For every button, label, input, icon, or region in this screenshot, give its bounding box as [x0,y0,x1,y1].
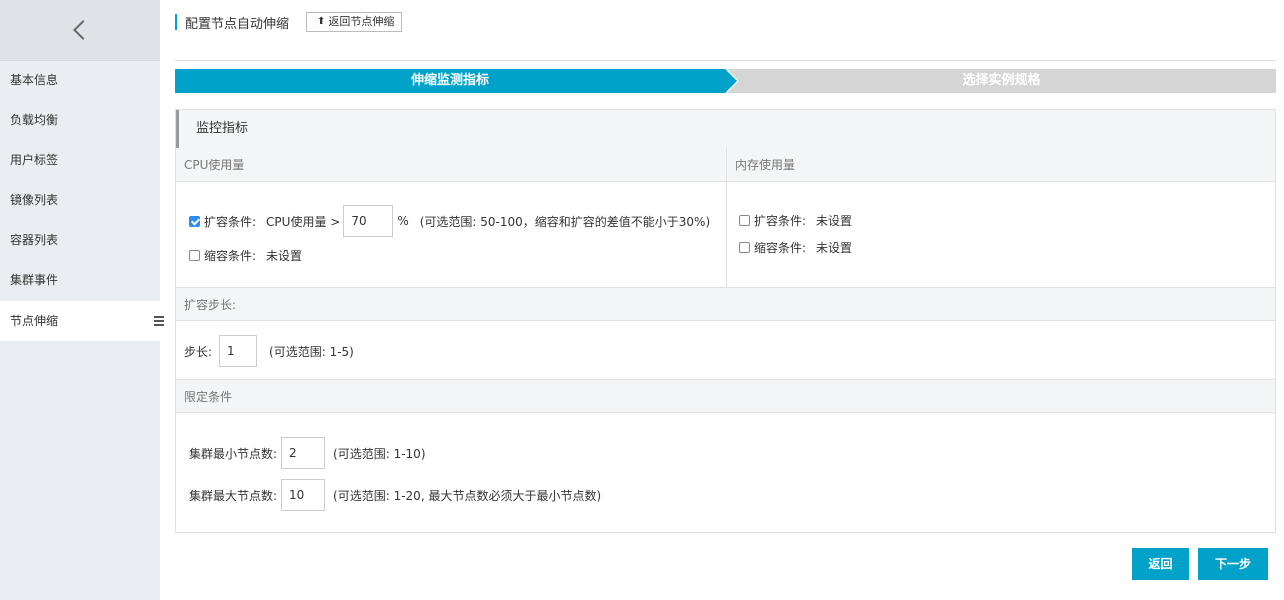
min-nodes-row: 集群最小节点数: 2 (可选范围: 1-10) [189,437,426,469]
step-scaling-metrics: 伸缩监测指标 [175,69,739,93]
max-nodes-hint: (可选范围: 1-20, 最大节点数必须大于最小节点数) [333,488,602,503]
monitoring-panel: 监控指标 CPU使用量 内存使用量 扩容条件: CPU使用量 > 70 % (可… [175,109,1276,533]
step-select-instance-spec: 选择实例规格 [713,69,1276,93]
scale-step-heading: 扩容步长: [176,287,1275,321]
panel-title: 监控指标 [176,110,1275,149]
cpu-scale-up-row: 扩容条件: CPU使用量 > 70 % (可选范围: 50-100，缩容和扩容的… [189,205,710,237]
arrow-up-icon: ⬆ [317,16,326,27]
memory-scale-down-checkbox[interactable] [739,242,750,253]
step-range-hint: (可选范围: 1-5) [269,344,354,359]
cpu-scale-down-value: 未设置 [266,249,303,263]
limits-heading: 限定条件 [176,379,1275,413]
next-step-button[interactable]: 下一步 [1198,548,1268,580]
page-header: 配置节点自动伸缩 ⬆ 返回节点伸缩 [175,10,403,34]
chevron-left-icon[interactable] [73,20,93,40]
min-nodes-label: 集群最小节点数: [189,446,278,461]
cpu-metric-label: CPU使用量 > [266,214,341,229]
step-label: 步长: [184,344,213,359]
sidebar-item-image-list[interactable]: 镜像列表 [0,180,160,220]
sidebar-item-cluster-events[interactable]: 集群事件 [0,260,160,300]
cpu-scale-down-row: 缩容条件: 未设置 [189,247,302,264]
step-indicator: 选择实例规格 伸缩监测指标 [175,69,1276,93]
memory-scale-up-row: 扩容条件: 未设置 [739,212,852,229]
title-accent-bar [175,14,177,30]
menu-toggle-icon[interactable] [152,313,166,329]
max-nodes-input[interactable]: 10 [281,479,326,511]
percent-unit: % [397,214,409,228]
sidebar-item-basic-info[interactable]: 基本信息 [0,60,160,100]
back-button[interactable]: 返回 [1132,548,1189,580]
back-link-label: 返回节点伸缩 [328,15,395,28]
cpu-range-hint: (可选范围: 50-100，缩容和扩容的差值不能小于30%) [419,214,711,229]
step-input[interactable]: 1 [219,335,258,367]
cpu-scale-down-label: 缩容条件: [204,249,257,263]
min-nodes-hint: (可选范围: 1-10) [333,446,426,461]
back-to-node-scaling-button[interactable]: ⬆ 返回节点伸缩 [306,12,403,32]
sidebar-back-area[interactable] [0,0,160,61]
sidebar: 基本信息 负载均衡 用户标签 镜像列表 容器列表 集群事件 节点伸缩 [0,0,166,600]
max-nodes-label: 集群最大节点数: [189,488,278,503]
memory-scale-up-checkbox[interactable] [739,215,750,226]
cpu-scale-down-checkbox[interactable] [189,250,200,261]
cpu-threshold-input[interactable]: 70 [343,205,394,237]
sidebar-item-user-tags[interactable]: 用户标签 [0,140,160,180]
sidebar-item-node-scaling[interactable]: 节点伸缩 [0,301,166,341]
sidebar-item-load-balancing[interactable]: 负载均衡 [0,100,160,140]
cpu-scale-up-label: 扩容条件: [204,214,257,229]
memory-scale-up-label: 扩容条件: [754,214,807,228]
column-divider [726,149,727,287]
cpu-scale-up-checkbox[interactable] [189,215,200,227]
memory-scale-down-value: 未设置 [816,241,853,255]
min-nodes-input[interactable]: 2 [281,437,326,469]
memory-scale-down-label: 缩容条件: [754,241,807,255]
sidebar-item-container-list[interactable]: 容器列表 [0,220,160,260]
header-divider [175,60,1276,61]
sidebar-item-label: 节点伸缩 [10,314,59,328]
cpu-usage-heading: CPU使用量 [176,148,726,182]
memory-usage-heading: 内存使用量 [726,148,1275,182]
page-title: 配置节点自动伸缩 [185,16,290,32]
scale-step-row: 步长: 1 (可选范围: 1-5) [184,335,354,367]
max-nodes-row: 集群最大节点数: 10 (可选范围: 1-20, 最大节点数必须大于最小节点数) [189,479,601,511]
memory-scale-down-row: 缩容条件: 未设置 [739,239,852,256]
memory-scale-up-value: 未设置 [816,214,853,228]
